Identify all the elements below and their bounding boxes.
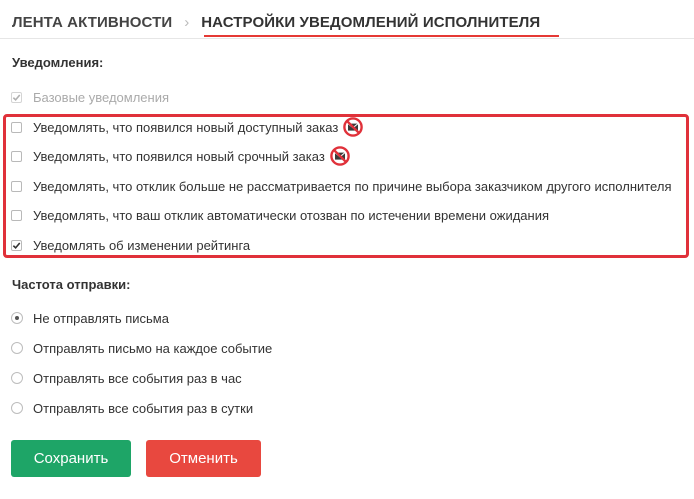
frequency-option-each-event[interactable]: Отправлять письмо на каждое событие: [11, 337, 272, 359]
mail-blocked-icon: [343, 117, 364, 137]
notification-option-rating-change[interactable]: Уведомлять об изменении рейтинга: [11, 234, 250, 256]
tab-separator: ›: [184, 13, 190, 31]
checkbox-response-expired[interactable]: [11, 209, 22, 221]
option-label: Базовые уведомления: [33, 89, 170, 105]
option-label: Уведомлять об изменении рейтинга: [33, 237, 251, 253]
radio-hourly[interactable]: [11, 372, 23, 384]
frequency-option-none[interactable]: Не отправлять письма: [11, 307, 169, 329]
notification-option-response-expired[interactable]: Уведомлять, что ваш отклик автоматически…: [11, 204, 549, 226]
tabs-divider: [0, 38, 694, 39]
tab-bar: ЛЕНТА АКТИВНОСТИ › НАСТРОЙКИ УВЕДОМЛЕНИЙ…: [12, 8, 540, 36]
checkbox-response-declined[interactable]: [11, 180, 22, 192]
tab-activity-feed[interactable]: ЛЕНТА АКТИВНОСТИ: [12, 14, 172, 31]
option-label: Не отправлять письма: [33, 310, 169, 326]
checkbox-basic: [11, 91, 22, 103]
save-button[interactable]: Сохранить: [11, 440, 131, 477]
option-label: Уведомлять, что ваш отклик автоматически…: [33, 207, 550, 223]
check-icon: [12, 93, 21, 101]
checkbox-urgent-order[interactable]: [11, 150, 22, 162]
tab-notification-settings[interactable]: НАСТРОЙКИ УВЕДОМЛЕНИЙ ИСПОЛНИТЕЛЯ: [201, 14, 540, 31]
radio-none[interactable]: [11, 312, 23, 324]
active-tab-underline: [204, 35, 559, 37]
radio-each-event[interactable]: [11, 342, 23, 354]
option-label: Отправлять все события раз в час: [33, 370, 242, 386]
option-label: Уведомлять, что отклик больше не рассмат…: [33, 178, 672, 194]
checkbox-new-order[interactable]: [11, 121, 22, 133]
option-label: Уведомлять, что появился новый доступный…: [33, 119, 339, 135]
mail-blocked-icon: [329, 146, 350, 166]
frequency-option-hourly[interactable]: Отправлять все события раз в час: [11, 367, 242, 389]
radio-selected-dot: [15, 316, 19, 320]
option-label: Отправлять письмо на каждое событие: [33, 340, 273, 356]
option-label: Отправлять все события раз в сутки: [33, 400, 254, 416]
frequency-title: Частота отправки:: [12, 277, 131, 292]
option-label: Уведомлять, что появился новый срочный з…: [33, 148, 325, 164]
cancel-button[interactable]: Отменить: [146, 440, 261, 477]
notification-option-urgent-order[interactable]: Уведомлять, что появился новый срочный з…: [11, 145, 350, 167]
check-icon: [12, 241, 21, 249]
notification-option-new-order[interactable]: Уведомлять, что появился новый доступный…: [11, 116, 364, 138]
frequency-option-daily[interactable]: Отправлять все события раз в сутки: [11, 397, 253, 419]
notification-option-basic: Базовые уведомления: [11, 86, 169, 108]
notification-option-response-declined[interactable]: Уведомлять, что отклик больше не рассмат…: [11, 175, 672, 197]
checkbox-rating-change[interactable]: [11, 239, 22, 251]
notifications-title: Уведомления:: [12, 55, 104, 70]
radio-daily[interactable]: [11, 402, 23, 414]
